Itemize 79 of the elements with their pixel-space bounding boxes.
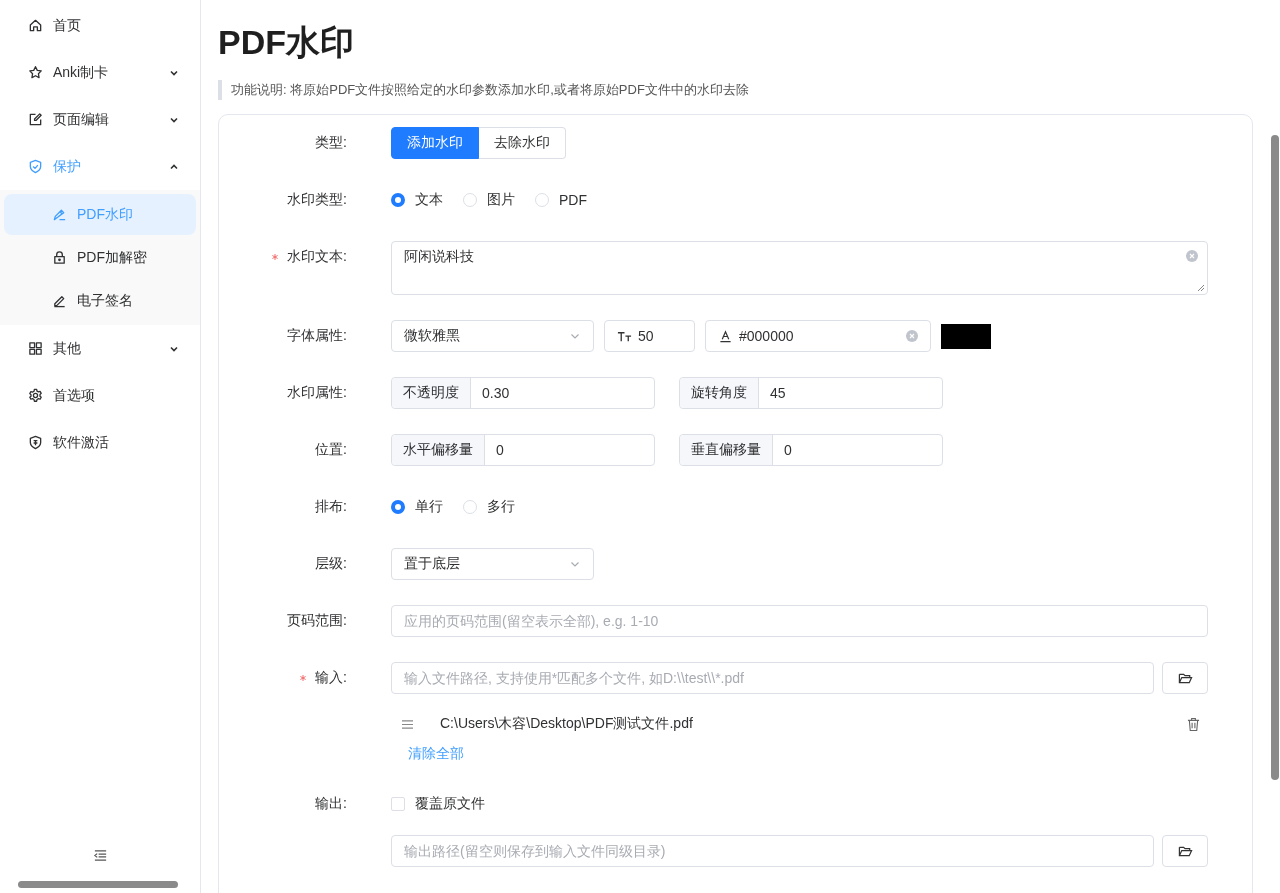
- font-color-icon: [718, 329, 733, 343]
- resize-grip-icon[interactable]: [1197, 284, 1205, 292]
- form-label: 水印文本:: [287, 248, 347, 266]
- radio-label: 单行: [415, 498, 443, 516]
- sidebar-item-label: 其他: [53, 339, 82, 358]
- number-field[interactable]: 水平偏移量 0: [391, 434, 655, 466]
- sidebar-item-label: 保护: [53, 157, 82, 176]
- radio-label: 文本: [415, 191, 443, 209]
- field-prefix: 水平偏移量: [392, 435, 485, 465]
- sidebar-subitem-label: PDF水印: [77, 205, 134, 224]
- sidebar-item-label: 首选项: [53, 386, 96, 405]
- drag-handle-icon[interactable]: [401, 718, 414, 730]
- radio-label: PDF: [559, 192, 587, 208]
- horizontal-scrollbar[interactable]: [18, 881, 178, 888]
- radio-label: 图片: [487, 191, 515, 209]
- font-select[interactable]: 微软雅黑: [391, 320, 594, 352]
- form-label: 输入:: [315, 669, 347, 687]
- sidebar-item[interactable]: 首选项: [0, 372, 200, 419]
- number-field[interactable]: 旋转角度 45: [679, 377, 943, 409]
- textarea-field[interactable]: 阿闲说科技: [391, 241, 1208, 295]
- pen-icon: [52, 293, 67, 308]
- segment-button[interactable]: 去除水印: [479, 127, 566, 159]
- badge-icon: [28, 435, 43, 450]
- output-path-field[interactable]: 输出路径(留空则保存到输入文件同级目录): [391, 835, 1154, 867]
- checkbox[interactable]: [391, 797, 405, 811]
- browse-button[interactable]: [1162, 662, 1208, 694]
- sidebar-subitem-label: PDF加解密: [77, 248, 148, 267]
- form-label: 位置:: [315, 441, 347, 459]
- field-prefix: 旋转角度: [680, 378, 759, 408]
- form-label: 水印属性:: [287, 384, 347, 402]
- lock-icon: [52, 250, 67, 265]
- sidebar-subitem[interactable]: 电子签名: [4, 280, 196, 321]
- gear-icon: [28, 388, 43, 403]
- number-field[interactable]: 不透明度 0.30: [391, 377, 655, 409]
- grid-icon: [28, 341, 43, 356]
- sidebar-item[interactable]: 首页: [0, 2, 200, 49]
- page-range-field[interactable]: 应用的页码范围(留空表示全部), e.g. 1-10: [391, 605, 1208, 637]
- sidebar-item[interactable]: Anki制卡: [0, 49, 200, 96]
- browse-button[interactable]: [1162, 835, 1208, 867]
- menu-fold-icon[interactable]: [92, 848, 108, 863]
- page-title: PDF水印: [218, 22, 355, 63]
- form-label: 水印类型:: [287, 191, 347, 209]
- color-field[interactable]: #000000: [705, 320, 931, 352]
- edit-icon: [28, 112, 43, 127]
- sidebar-subitem-label: 电子签名: [77, 291, 134, 310]
- sidebar-item[interactable]: 软件激活: [0, 419, 200, 466]
- sidebar-subitem[interactable]: PDF加解密: [4, 237, 196, 278]
- form-label: 层级:: [315, 555, 347, 573]
- form-label: 输出:: [315, 795, 347, 813]
- input-path-field[interactable]: 输入文件路径, 支持使用*匹配多个文件, 如D:\\test\\*.pdf: [391, 662, 1154, 694]
- layer-select[interactable]: 置于底层: [391, 548, 594, 580]
- segment-button[interactable]: 添加水印: [391, 127, 479, 159]
- sidebar-item-label: 首页: [53, 16, 82, 35]
- form-label: 类型:: [315, 134, 347, 152]
- file-path: C:\Users\木容\Desktop\PDF测试文件.pdf: [440, 715, 694, 733]
- shield-icon: [28, 159, 43, 174]
- font-size-field[interactable]: 50: [604, 320, 695, 352]
- font-size-icon: [617, 329, 632, 343]
- color-swatch[interactable]: [941, 323, 991, 349]
- checkbox-label: 覆盖原文件: [415, 795, 485, 813]
- radio-button[interactable]: [391, 193, 405, 207]
- field-prefix: 垂直偏移量: [680, 435, 773, 465]
- description-note: 功能说明: 将原始PDF文件按照给定的水印参数添加水印,或者将原始PDF文件中的水印去除: [218, 80, 1253, 100]
- form-label: 页码范围:: [287, 612, 347, 630]
- sidebar-item[interactable]: 其他: [0, 325, 200, 372]
- marker-icon: [52, 207, 67, 222]
- sidebar-item-label: 页面编辑: [53, 110, 110, 129]
- trash-icon[interactable]: [1187, 716, 1200, 732]
- form-label: 字体属性:: [287, 327, 347, 345]
- field-prefix: 不透明度: [392, 378, 471, 408]
- home-icon: [28, 18, 43, 33]
- sidebar-item-label: Anki制卡: [53, 63, 110, 82]
- star-icon: [28, 65, 43, 80]
- radio-button[interactable]: [391, 500, 405, 514]
- sidebar-item-label: 软件激活: [53, 433, 110, 452]
- number-field[interactable]: 垂直偏移量 0: [679, 434, 943, 466]
- radio-label: 多行: [487, 498, 515, 516]
- sidebar-item[interactable]: 页面编辑: [0, 96, 200, 143]
- form-label: 排布:: [315, 498, 347, 516]
